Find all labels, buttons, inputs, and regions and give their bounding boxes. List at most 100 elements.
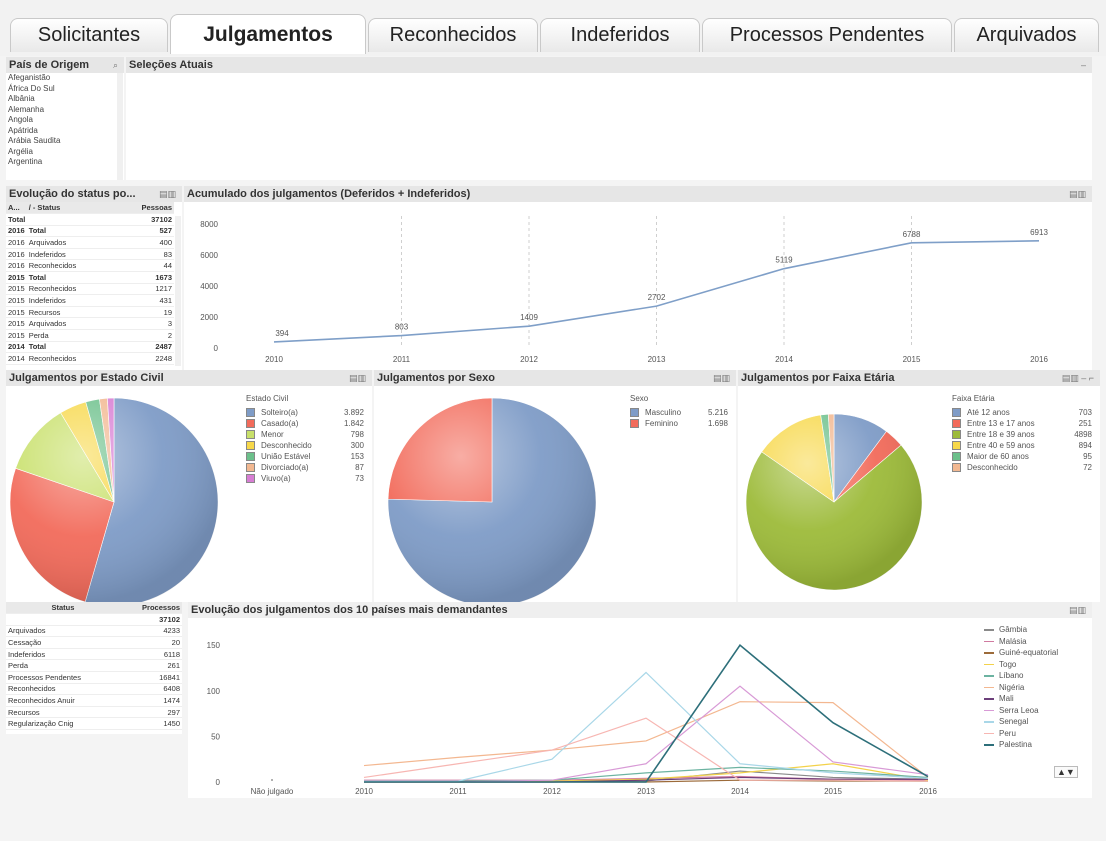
list-item[interactable]: Angola [6,115,116,126]
series-line [364,685,929,783]
minimize-icon[interactable]: – [1081,57,1086,73]
table-row[interactable]: Processos Pendentes 16841 [6,671,182,684]
export-icon[interactable]: ▤▥ [1069,602,1086,618]
table-row[interactable]: Arquivados 4233 [6,625,182,638]
legend-item[interactable]: Maior de 60 anos 95 [952,451,1092,462]
legend-item[interactable]: União Estável 153 [246,451,364,462]
table-cell: Reconhecidos Anuir [6,694,120,707]
list-item[interactable]: Afeganistão [6,73,116,84]
legend-item[interactable]: Palestina [984,739,1088,751]
table-row[interactable]: Regularização Cnig 1450 [6,717,182,731]
list-item[interactable]: Alemanha [6,105,116,116]
tab-reconhecidos[interactable]: Reconhecidos [368,18,538,52]
table-cell: 2014 [6,352,27,365]
table-row[interactable]: Reconhecidos Anuir 1474 [6,694,182,707]
tab-julgamentos[interactable]: Julgamentos [170,14,366,54]
table-row[interactable]: Indeferidos 6118 [6,648,182,661]
export-icon[interactable]: ▤▥ [159,186,176,202]
table-row[interactable]: Perda 261 [6,659,182,673]
table-row[interactable]: 2016 Indeferidos 83 [6,248,174,261]
column-header[interactable]: / - Status [26,202,115,215]
legend-value: 72 [1083,463,1092,472]
column-header[interactable]: Status [6,602,120,615]
legend-line-swatch [984,744,994,746]
legend-label: Casado(a) [261,419,299,428]
legend-item[interactable]: Malásia [984,636,1088,648]
legend-item[interactable]: Togo [984,659,1088,671]
civil-status-pie [9,397,219,602]
table-scrollbar[interactable] [175,216,181,366]
table-row[interactable]: 2015 Total 1673 [6,271,174,284]
legend-item[interactable]: Menor 798 [246,429,364,440]
legend-item[interactable]: Entre 13 e 17 anos 251 [952,418,1092,429]
legend-value: 1.842 [343,419,364,428]
legend-scroll-arrows[interactable]: ▲▼ [1054,766,1078,778]
age-pie [745,413,923,591]
export-icon[interactable]: ▤▥ [713,370,730,386]
legend-item[interactable]: Desconhecido 300 [246,440,364,451]
list-item[interactable]: Albânia [6,94,116,105]
table-row[interactable]: 2016 Total 527 [6,225,174,238]
table-total-row: Total 37102 [6,213,174,226]
legend-item[interactable]: Líbano [984,670,1088,682]
legend-item[interactable]: Divorciado(a) 87 [246,462,364,473]
table-row[interactable]: 2015 Recursos 19 [6,306,174,319]
table-row[interactable]: 2016 Reconhecidos 44 [6,259,174,273]
legend-item[interactable]: Casado(a) 1.842 [246,418,364,429]
data-label: 6788 [903,230,921,239]
column-header[interactable]: A... [6,202,27,215]
table-row[interactable]: 2014 Total 2487 [6,341,174,354]
legend-item[interactable]: Serra Leoa [984,705,1088,717]
legend-item[interactable]: Desconhecido 72 [952,462,1092,473]
tab-solicitantes[interactable]: Solicitantes [10,18,168,52]
table-cell: Arquivados [6,625,120,638]
list-item[interactable]: Argélia [6,147,116,158]
legend-item[interactable]: Masculino 5.216 [630,407,728,418]
legend-item[interactable]: Entre 18 e 39 anos 4898 [952,429,1092,440]
table-row[interactable]: 2014 Reconhecidos 2248 [6,352,174,365]
list-item[interactable]: Argentina [6,157,116,168]
legend-value: 894 [1078,441,1092,450]
tab-arquivados[interactable]: Arquivados [954,18,1099,52]
country-scrollbar[interactable] [117,73,123,180]
tab-indeferidos[interactable]: Indeferidos [540,18,700,52]
list-item[interactable]: África Do Sul [6,84,116,95]
tab-processos-pendentes[interactable]: Processos Pendentes [702,18,952,52]
column-header[interactable]: Pessoas [114,202,174,215]
export-icon[interactable]: ▤▥ [349,370,366,386]
legend-label: Entre 18 e 39 anos [967,430,1035,439]
legend-swatch [246,430,255,439]
list-item[interactable]: Apátrida [6,126,116,137]
table-row[interactable]: Cessação 20 [6,636,182,649]
sex-panel: Julgamentos por Sexo ▤▥ Sexo Masculino 5.… [374,370,736,602]
table-row[interactable]: Recursos 297 [6,706,182,719]
legend-swatch [246,463,255,472]
search-icon[interactable]: ⌕ [113,57,118,73]
legend-swatch [952,452,961,461]
legend-item[interactable]: Feminino 1.698 [630,418,728,429]
export-icon[interactable]: ▤▥ – ⌐ [1062,370,1094,386]
table-row[interactable]: 2016 Arquivados 400 [6,236,174,249]
table-row[interactable]: 2015 Indeferidos 431 [6,294,174,307]
table-row[interactable]: 2015 Reconhecidos 1217 [6,283,174,296]
list-item[interactable]: Arábia Saudita [6,136,116,147]
table-row[interactable]: 2015 Arquivados 3 [6,317,174,331]
legend-item[interactable]: Peru [984,728,1088,740]
legend-item[interactable]: Nigéria [984,682,1088,694]
legend-label: Feminino [645,419,678,428]
legend-item[interactable]: Até 12 anos 703 [952,407,1092,418]
export-icon[interactable]: ▤▥ [1069,186,1086,202]
table-row[interactable]: Reconhecidos 6408 [6,683,182,696]
legend-item[interactable]: Entre 40 e 59 anos 894 [952,440,1092,451]
legend-item[interactable]: Viuvo(a) 73 [246,473,364,484]
table-cell: Perda [6,659,120,673]
legend-item[interactable]: Senegal [984,716,1088,728]
table-row[interactable]: 2015 Perda 2 [6,329,174,342]
legend-item[interactable]: Mali [984,693,1088,705]
column-header[interactable]: Processos [119,602,182,615]
table-cell: Total [26,225,115,238]
table-cell: 297 [119,706,182,719]
legend-item[interactable]: Solteiro(a) 3.892 [246,407,364,418]
legend-item[interactable]: Guiné-equatorial [984,647,1088,659]
legend-item[interactable]: Gâmbia [984,624,1088,636]
